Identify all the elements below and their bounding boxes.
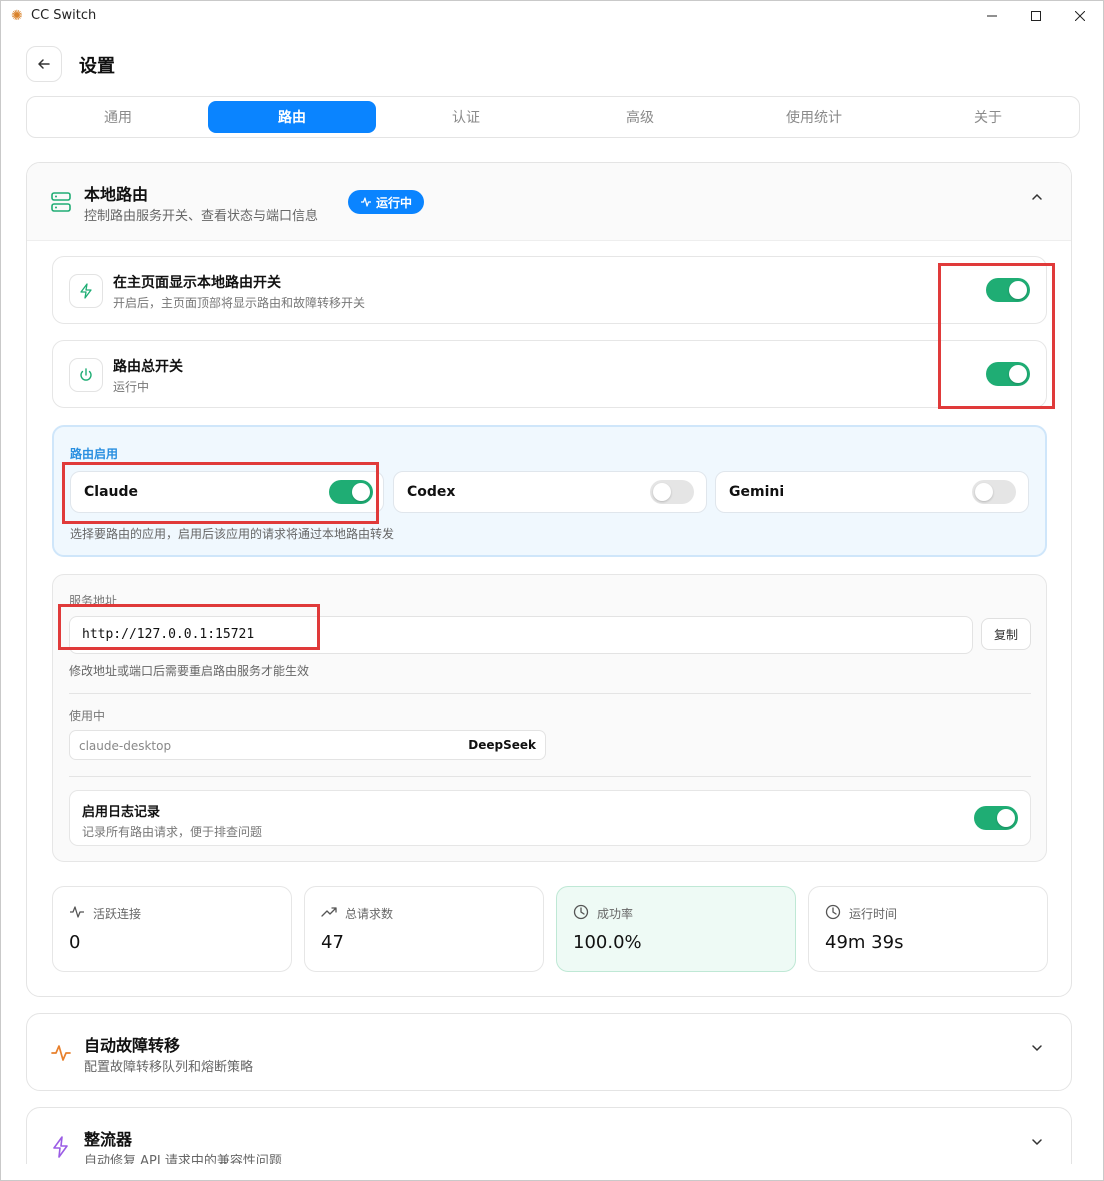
master-switch-subtitle: 运行中 — [113, 380, 150, 394]
window-title: CC Switch — [31, 8, 97, 23]
copy-button[interactable]: 复制 — [981, 618, 1031, 650]
clock-icon — [573, 904, 589, 920]
maximize-button[interactable] — [1013, 1, 1059, 31]
stat-active-connections: 活跃连接 0 — [52, 886, 292, 972]
settings-tabs: 通用 路由 认证 高级 使用统计 关于 — [26, 96, 1080, 138]
log-setting-title: 启用日志记录 — [82, 805, 161, 820]
in-use-provider: DeepSeek — [468, 738, 536, 752]
status-badge-label: 运行中 — [376, 195, 413, 210]
highlight-box-claude — [62, 462, 379, 524]
rectifier-title: 整流器 — [84, 1130, 133, 1149]
rectifier-clip: 整流器 自动修复 API 请求中的兼容性问题 — [1, 1101, 1103, 1164]
failover-card[interactable]: 自动故障转移 配置故障转移队列和熔断策略 — [26, 1013, 1072, 1091]
page-title: 设置 — [79, 56, 115, 77]
log-setting-subtitle: 记录所有路由请求，便于排查问题 — [82, 825, 263, 839]
show-route-switch-subtitle: 开启后，主页面顶部将显示路由和故障转移开关 — [113, 296, 366, 310]
divider — [69, 693, 1031, 694]
chevron-down-icon[interactable] — [1031, 1136, 1043, 1152]
local-route-card: 本地路由 控制路由服务开关、查看状态与端口信息 运行中 在主页面显示本地路由开关… — [26, 162, 1072, 997]
power-icon — [69, 358, 103, 392]
server-icon — [51, 192, 71, 212]
stat-total-requests: 总请求数 47 — [304, 886, 544, 972]
master-switch-title: 路由总开关 — [113, 359, 183, 375]
zap-icon — [53, 1136, 68, 1158]
stat-label: 总请求数 — [345, 907, 394, 921]
in-use-label: 使用中 — [69, 709, 106, 723]
minimize-button[interactable] — [969, 1, 1015, 31]
route-enable-label: 路由启用 — [70, 447, 119, 461]
chevron-down-icon[interactable] — [1031, 1042, 1043, 1058]
stat-label: 活跃连接 — [93, 907, 142, 921]
failover-title: 自动故障转移 — [84, 1036, 181, 1055]
pulse-icon — [51, 1045, 71, 1061]
stat-label: 成功率 — [597, 907, 634, 921]
title-bar: ✺ CC Switch — [1, 1, 1103, 31]
stat-value: 49m 39s — [825, 932, 904, 953]
in-use-chip: claude-desktop DeepSeek — [69, 730, 546, 760]
local-route-subtitle: 控制路由服务开关、查看状态与端口信息 — [84, 209, 319, 224]
stat-label: 运行时间 — [849, 907, 898, 921]
app-chip-codex[interactable]: Codex — [393, 471, 707, 513]
route-enable-note: 选择要路由的应用，启用后该应用的请求将通过本地路由转发 — [70, 527, 395, 541]
close-icon — [1075, 11, 1085, 21]
stat-value: 100.0% — [573, 932, 642, 953]
stat-uptime: 运行时间 49m 39s — [808, 886, 1048, 972]
tab-usage-stats[interactable]: 使用统计 — [730, 101, 898, 133]
maximize-icon — [1031, 11, 1041, 21]
stat-success-rate: 成功率 100.0% — [556, 886, 796, 972]
show-route-switch-row: 在主页面显示本地路由开关 开启后，主页面顶部将显示路由和故障转移开关 — [52, 256, 1047, 324]
clock-icon — [825, 904, 841, 920]
stat-value: 0 — [69, 932, 81, 953]
app-name-gemini: Gemini — [729, 484, 785, 500]
tab-route[interactable]: 路由 — [208, 101, 376, 133]
zap-icon — [69, 274, 103, 308]
tab-advanced[interactable]: 高级 — [556, 101, 724, 133]
app-chip-gemini[interactable]: Gemini — [715, 471, 1029, 513]
rectifier-subtitle: 自动修复 API 请求中的兼容性问题 — [84, 1154, 282, 1164]
close-button[interactable] — [1057, 1, 1103, 31]
master-switch-row: 路由总开关 运行中 — [52, 340, 1047, 408]
arrow-left-icon — [38, 59, 50, 69]
trending-up-icon — [321, 907, 337, 917]
tab-about[interactable]: 关于 — [904, 101, 1072, 133]
minimize-icon — [987, 15, 997, 17]
in-use-client: claude-desktop — [79, 739, 172, 753]
activity-icon — [70, 906, 84, 918]
failover-subtitle: 配置故障转移队列和熔断策略 — [84, 1060, 254, 1075]
activity-icon — [361, 197, 371, 207]
chevron-up-icon[interactable] — [1031, 191, 1043, 207]
highlight-box-address — [58, 604, 320, 650]
status-badge: 运行中 — [348, 190, 425, 214]
log-toggle[interactable] — [974, 806, 1018, 830]
back-button[interactable] — [26, 46, 62, 82]
divider — [69, 776, 1031, 777]
app-name-codex: Codex — [407, 484, 456, 500]
local-route-header[interactable]: 本地路由 控制路由服务开关、查看状态与端口信息 运行中 — [27, 163, 1071, 241]
tab-auth[interactable]: 认证 — [382, 101, 550, 133]
tab-general[interactable]: 通用 — [34, 101, 202, 133]
stat-value: 47 — [321, 932, 344, 953]
show-route-switch-title: 在主页面显示本地路由开关 — [113, 275, 281, 291]
log-setting-row: 启用日志记录 记录所有路由请求，便于排查问题 — [69, 790, 1031, 846]
codex-toggle[interactable] — [650, 480, 694, 504]
rectifier-card[interactable]: 整流器 自动修复 API 请求中的兼容性问题 — [26, 1107, 1072, 1164]
highlight-box-toggles — [938, 263, 1055, 409]
app-window: ✺ CC Switch 设置 通用 路由 认证 高级 使用统计 关于 本地路由 … — [0, 0, 1104, 1181]
gemini-toggle[interactable] — [972, 480, 1016, 504]
local-route-title: 本地路由 — [84, 185, 149, 204]
app-logo-icon: ✺ — [11, 8, 23, 24]
service-address-note: 修改地址或端口后需要重启路由服务才能生效 — [69, 664, 310, 678]
